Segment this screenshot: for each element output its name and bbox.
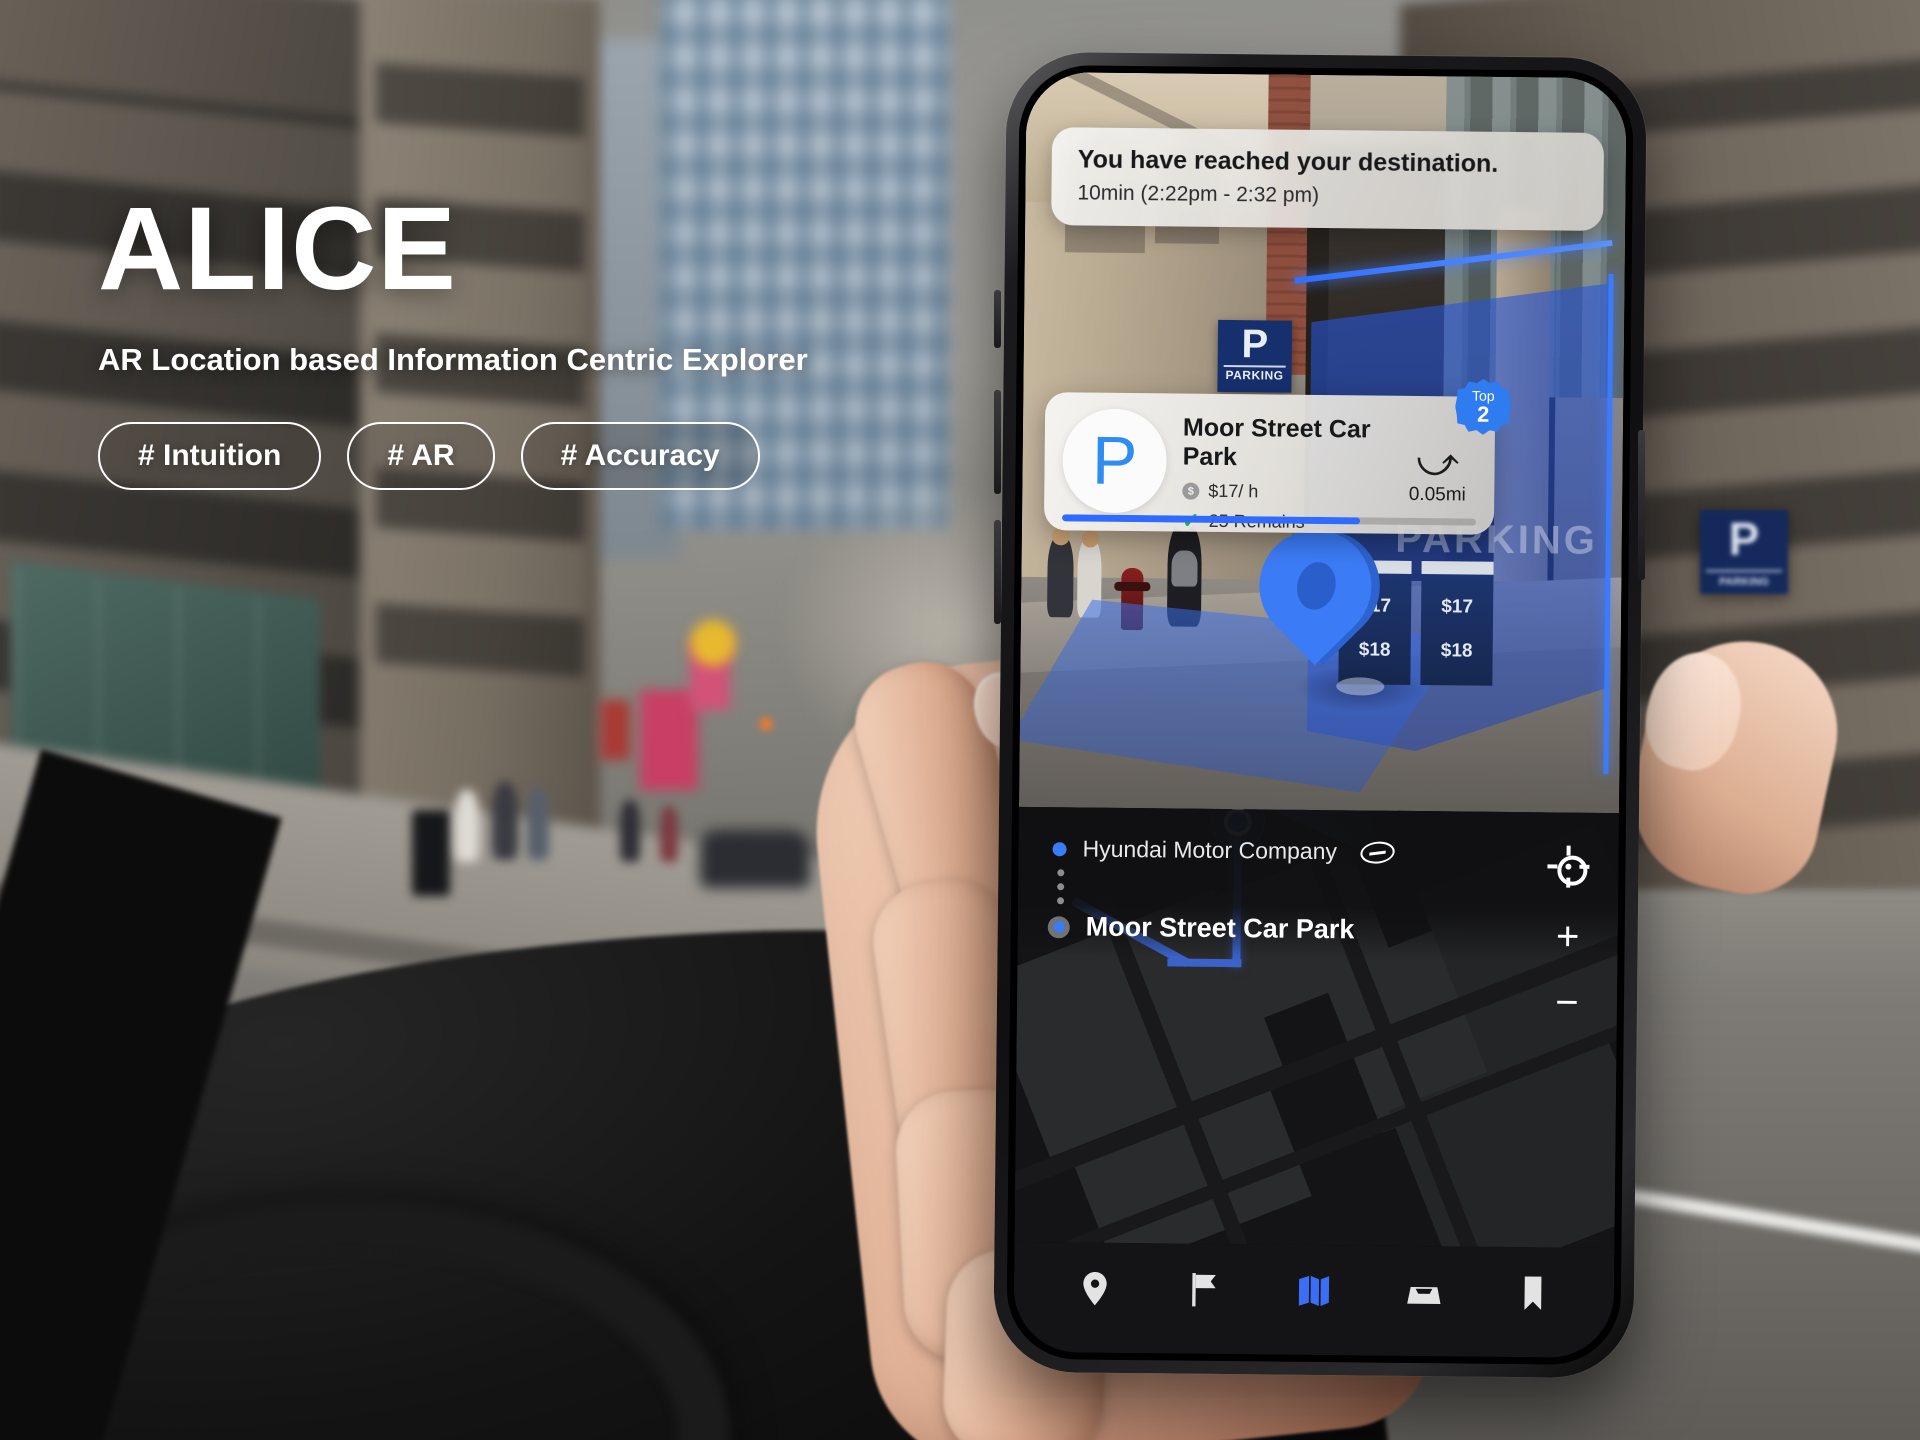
top-rank-badge-label: Top bbox=[1471, 387, 1495, 405]
pedestrian bbox=[660, 806, 678, 862]
route-origin-label: Hyundai Motor Company bbox=[1082, 835, 1338, 865]
tab-bookmarks[interactable] bbox=[1510, 1270, 1556, 1316]
pedestrian bbox=[620, 800, 640, 862]
map-controls: + − bbox=[1547, 845, 1590, 1025]
parking-card-direction[interactable]: ⤻ 0.05mi bbox=[1398, 412, 1477, 535]
hero-block: ALICE AR Location based Information Cent… bbox=[98, 190, 808, 490]
route-origin-row[interactable]: Hyundai Motor Company bbox=[1048, 835, 1588, 868]
pedestrian bbox=[527, 788, 549, 860]
parking-icon-letter: P bbox=[1091, 422, 1138, 500]
route-destination-label: Moor Street Car Park bbox=[1085, 911, 1355, 945]
coin-icon: $ bbox=[1182, 482, 1200, 500]
parking-card-price-row: $ $17/ h bbox=[1182, 481, 1382, 504]
phone-mute-switch[interactable] bbox=[994, 290, 1001, 348]
phone-screen: PARKING $17 $18 $17 $18 P PARKING You ha… bbox=[1013, 71, 1627, 1359]
parking-card-icon: P bbox=[1062, 408, 1168, 514]
app-subtitle: AR Location based Information Centric Ex… bbox=[98, 342, 808, 377]
parking-info-card[interactable]: P Moor Street Car Park $ $17/ h ✓ 25 Rem… bbox=[1043, 387, 1495, 535]
zoom-out-button[interactable]: − bbox=[1555, 980, 1579, 1024]
zoom-in-button[interactable]: + bbox=[1556, 914, 1580, 958]
arrival-notification[interactable]: You have reached your destination. 10min… bbox=[1051, 127, 1605, 231]
phone-bezel: PARKING $17 $18 $17 $18 P PARKING You ha… bbox=[1006, 64, 1634, 1366]
phone-power-button[interactable] bbox=[1638, 430, 1645, 580]
ar-wall-parking-sign-label: PARKING bbox=[1225, 367, 1284, 383]
parked-car bbox=[700, 830, 810, 888]
map-panel[interactable]: Hyundai Motor Company Moor Street Car Pa… bbox=[1014, 806, 1619, 1249]
ar-destination-pin-icon[interactable] bbox=[1236, 506, 1395, 700]
trash-bin bbox=[412, 810, 450, 896]
ar-price-value-a: $17 bbox=[1441, 596, 1474, 618]
top-rank-badge-value: 2 bbox=[1476, 402, 1490, 428]
ar-price-board: $17 $18 bbox=[1420, 561, 1494, 686]
street-sign-red bbox=[600, 700, 630, 760]
outdoor-parking-sign-letter: P bbox=[1728, 513, 1760, 565]
bookmark-icon bbox=[1524, 1276, 1542, 1311]
pedestrian bbox=[492, 782, 518, 860]
tab-map[interactable] bbox=[1291, 1268, 1337, 1314]
route-destination-dot-icon bbox=[1047, 915, 1070, 938]
pedestrian bbox=[455, 790, 479, 862]
route-destination-row[interactable]: Moor Street Car Park bbox=[1047, 911, 1588, 948]
app-title: ALICE bbox=[98, 183, 457, 315]
parking-card-distance: 0.05mi bbox=[1408, 483, 1466, 506]
tab-flags[interactable] bbox=[1181, 1267, 1227, 1313]
notification-title: You have reached your destination. bbox=[1077, 145, 1499, 178]
tab-inbox[interactable] bbox=[1400, 1269, 1446, 1315]
bottom-tab-bar bbox=[1013, 1241, 1615, 1359]
locate-me-button[interactable] bbox=[1547, 845, 1590, 888]
ar-wall-parking-sign: P PARKING bbox=[1217, 319, 1293, 393]
location-pin-icon bbox=[1083, 1272, 1107, 1306]
parking-card-title: Moor Street Car Park bbox=[1182, 413, 1371, 472]
route-connector bbox=[1057, 869, 1588, 910]
outdoor-parking-sign: P PARKING bbox=[1700, 510, 1788, 594]
tag-list: # Intuition # AR # Accuracy bbox=[98, 422, 808, 490]
hyundai-logo-icon bbox=[1358, 840, 1398, 864]
ar-camera-view[interactable]: PARKING $17 $18 $17 $18 P PARKING You ha… bbox=[1019, 71, 1627, 814]
ar-wall-parking-sign-letter: P bbox=[1241, 322, 1269, 367]
ar-pedestrian-head bbox=[1081, 530, 1099, 548]
turn-right-arrow-icon: ⤻ bbox=[1416, 439, 1460, 485]
flag-icon bbox=[1192, 1273, 1217, 1307]
phone-device: PARKING $17 $18 $17 $18 P PARKING You ha… bbox=[993, 51, 1647, 1379]
tag-intuition[interactable]: # Intuition bbox=[98, 422, 322, 490]
ar-pedestrian-torso bbox=[1171, 550, 1198, 587]
phone-volume-up-button[interactable] bbox=[994, 390, 1001, 494]
ar-price-value-b: $18 bbox=[1440, 640, 1473, 662]
route-summary-list: Hyundai Motor Company Moor Street Car Pa… bbox=[1017, 806, 1619, 963]
parking-card-price: $17/ h bbox=[1208, 480, 1259, 502]
outdoor-parking-sign-label: PARKING bbox=[1719, 576, 1769, 588]
notification-detail: 10min (2:22pm - 2:32 pm) bbox=[1077, 181, 1320, 207]
ar-pedestrian bbox=[1047, 535, 1074, 618]
street-sign-yellow bbox=[690, 620, 736, 666]
tag-ar[interactable]: # AR bbox=[347, 422, 495, 490]
traffic-light bbox=[760, 718, 772, 730]
inbox-icon bbox=[1406, 1286, 1441, 1304]
tab-places[interactable] bbox=[1072, 1265, 1118, 1311]
map-icon bbox=[1298, 1275, 1330, 1307]
phone-volume-down-button[interactable] bbox=[994, 520, 1001, 624]
tag-accuracy[interactable]: # Accuracy bbox=[520, 422, 760, 490]
route-origin-dot-icon bbox=[1052, 841, 1067, 856]
